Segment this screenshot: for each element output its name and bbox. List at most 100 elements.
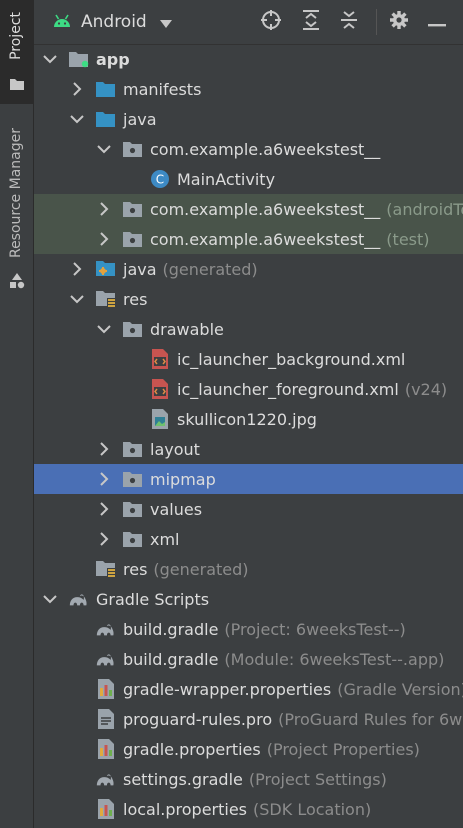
tree-item-hint: (generated): [153, 559, 249, 579]
gradle-icon: [95, 769, 117, 789]
project-tab-label: Project: [8, 12, 24, 60]
tree-row-com-example-a6weekstest[interactable]: com.example.a6weekstest__: [34, 134, 463, 164]
chevron-right-icon[interactable]: [96, 231, 112, 247]
tree-row-com-example-a6weekstest[interactable]: com.example.a6weekstest__ (test): [34, 224, 463, 254]
header-separator: [376, 9, 377, 35]
tree-item-hint: (Gradle Version): [337, 679, 463, 699]
tree-item-label: mipmap: [150, 469, 216, 489]
tree-row-ic-launcher-background-xml[interactable]: ic_launcher_background.xml: [34, 344, 463, 374]
tree-item-label: res: [123, 559, 148, 579]
tree-item-label: com.example.a6weekstest__: [150, 229, 381, 249]
tree-row-skullicon1220-jpg[interactable]: skullicon1220.jpg: [34, 404, 463, 434]
package-icon: [122, 229, 144, 249]
chevron-right-icon[interactable]: [96, 531, 112, 547]
package-icon: [122, 319, 144, 339]
tree-row-local-properties[interactable]: local.properties (SDK Location): [34, 794, 463, 824]
tree-item-label: app: [96, 49, 130, 69]
tree-row-res[interactable]: res: [34, 284, 463, 314]
locate-button[interactable]: [260, 9, 282, 35]
tree-item-label: Gradle Scripts: [96, 589, 210, 609]
settings-button[interactable]: [388, 11, 410, 33]
tree-row-settings-gradle[interactable]: settings.gradle (Project Settings): [34, 764, 463, 794]
tree-item-hint: (Project: 6weeksTest--): [224, 619, 406, 639]
chevron-right-icon[interactable]: [96, 441, 112, 457]
chevron-down-icon[interactable]: [42, 591, 58, 607]
tree-row-values[interactable]: values: [34, 494, 463, 524]
tree-row-gradle-properties[interactable]: gradle.properties (Project Properties): [34, 734, 463, 764]
tree-row-gradle-wrapper-properties[interactable]: gradle-wrapper.properties (Gradle Version…: [34, 674, 463, 704]
tree-item-hint: (ProGuard Rules for 6weeksTest--.app): [278, 709, 463, 729]
minimize-icon: [428, 13, 446, 32]
tree-row-build-gradle[interactable]: build.gradle (Project: 6weeksTest--): [34, 614, 463, 644]
chevron-right-icon[interactable]: [96, 201, 112, 217]
tree-item-label: settings.gradle: [123, 769, 243, 789]
tree-item-hint: (Project Settings): [248, 769, 387, 789]
chevron-down-icon[interactable]: [42, 51, 58, 67]
tree-row-java[interactable]: java: [34, 104, 463, 134]
resource-manager-tab-label: Resource Manager: [8, 128, 24, 259]
chevron-down-icon: [159, 13, 172, 32]
tree-item-hint: (v24): [404, 379, 448, 399]
tree-item-hint: (Project Properties): [266, 739, 420, 759]
tool-window-header: Android: [34, 0, 463, 45]
collapse-all-icon: [339, 9, 359, 35]
tree-row-gradle-scripts[interactable]: Gradle Scripts: [34, 584, 463, 614]
expand-all-icon: [301, 9, 321, 35]
properties-file-icon: [95, 799, 117, 819]
svg-text:C: C: [156, 173, 164, 187]
generated-folder-icon: [95, 259, 117, 279]
tree-item-label: manifests: [123, 79, 202, 99]
view-mode-label: Android: [81, 12, 147, 32]
chevron-down-icon[interactable]: [96, 321, 112, 337]
tree-item-label: ic_launcher_foreground.xml: [177, 379, 399, 399]
minimize-button[interactable]: [426, 11, 448, 33]
tree-item-label: values: [150, 499, 203, 519]
xml-file-icon: [149, 349, 171, 369]
chevron-down-icon[interactable]: [69, 111, 85, 127]
chevron-right-icon[interactable]: [69, 81, 85, 97]
expand-all-button[interactable]: [300, 9, 322, 35]
gradle-icon: [68, 589, 90, 609]
tool-window-strip: Project Resource Manager: [0, 0, 34, 828]
tree-row-mipmap[interactable]: mipmap: [34, 464, 463, 494]
tree-row-build-gradle[interactable]: build.gradle (Module: 6weeksTest--.app): [34, 644, 463, 674]
tree-item-label: build.gradle: [123, 649, 219, 669]
package-icon: [122, 529, 144, 549]
chevron-down-icon[interactable]: [96, 141, 112, 157]
tree-item-hint: (test): [386, 229, 430, 249]
tree-row-proguard-rules-pro[interactable]: proguard-rules.pro (ProGuard Rules for 6w…: [34, 704, 463, 734]
view-mode-selector[interactable]: Android: [52, 10, 172, 34]
tree-row-xml[interactable]: xml: [34, 524, 463, 554]
shapes-icon: [8, 272, 26, 294]
project-tool-window: Project Resource Manager Android app man…: [0, 0, 463, 828]
tree-item-hint: (generated): [162, 259, 258, 279]
package-icon: [122, 499, 144, 519]
chevron-down-icon[interactable]: [69, 291, 85, 307]
tree-row-layout[interactable]: layout: [34, 434, 463, 464]
chevron-right-icon[interactable]: [69, 261, 85, 277]
resource-manager-tab[interactable]: Resource Manager: [0, 112, 33, 302]
project-tab[interactable]: Project: [0, 0, 33, 104]
gradle-icon: [95, 649, 117, 669]
chevron-right-icon[interactable]: [96, 501, 112, 517]
tree-row-com-example-a6weekstest[interactable]: com.example.a6weekstest__(androidTest): [34, 194, 463, 224]
tree-row-java[interactable]: java (generated): [34, 254, 463, 284]
properties-file-icon: [95, 739, 117, 759]
tree-row-mainactivity[interactable]: C MainActivity: [34, 164, 463, 194]
tree-item-label: com.example.a6weekstest__: [150, 139, 381, 159]
locate-icon: [260, 9, 282, 35]
collapse-all-button[interactable]: [338, 11, 360, 33]
tree-row-drawable[interactable]: drawable: [34, 314, 463, 344]
folder-icon: [95, 109, 117, 129]
tree-row-app[interactable]: app: [34, 44, 463, 74]
tree-item-hint: (Module: 6weeksTest--.app): [224, 649, 445, 669]
tree-row-manifests[interactable]: manifests: [34, 74, 463, 104]
tree-row-res[interactable]: res (generated): [34, 554, 463, 584]
tree-row-ic-launcher-foreground-xml[interactable]: ic_launcher_foreground.xml (v24): [34, 374, 463, 404]
chevron-right-icon[interactable]: [96, 471, 112, 487]
